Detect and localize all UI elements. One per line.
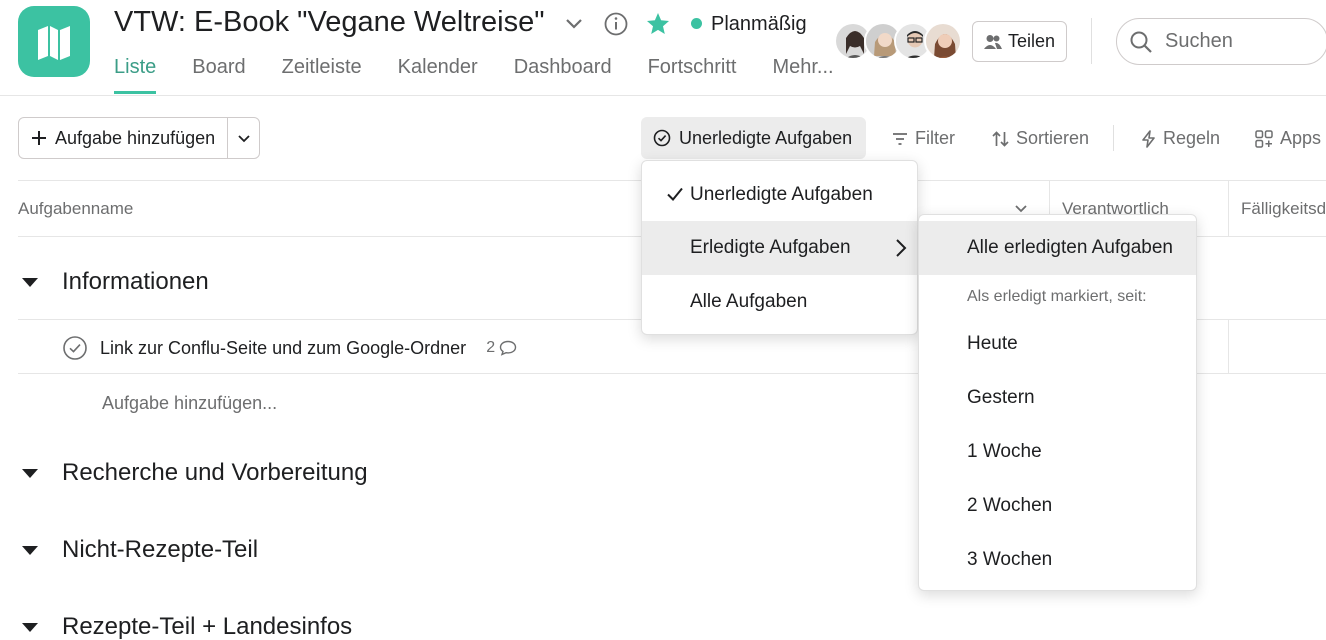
- search-icon: [1130, 31, 1152, 53]
- sort-icon: [992, 130, 1009, 147]
- apps-button[interactable]: Apps: [1255, 128, 1321, 149]
- menu-item-label: 1 Woche: [967, 441, 1042, 462]
- toolbar-divider: [1113, 125, 1114, 151]
- menu-item-label: Heute: [967, 333, 1018, 354]
- menu-item-2-weeks[interactable]: 2 Wochen: [919, 479, 1196, 533]
- tab-timeline[interactable]: Zeitleiste: [282, 56, 362, 94]
- add-task-label: Aufgabe hinzufügen: [55, 127, 216, 148]
- section-header[interactable]: Recherche und Vorbereitung: [22, 459, 368, 487]
- project-status[interactable]: Planmäßig: [711, 13, 807, 36]
- menu-item-all-completed[interactable]: Alle erledigten Aufgaben: [919, 221, 1196, 275]
- rules-label: Regeln: [1163, 128, 1221, 148]
- rules-button[interactable]: Regeln: [1141, 128, 1220, 149]
- menu-item-label: 3 Wochen: [967, 549, 1053, 570]
- collapse-triangle-icon[interactable]: [22, 468, 38, 478]
- column-header-task-name[interactable]: Aufgabenname: [18, 199, 133, 219]
- section-title: Nicht-Rezepte-Teil: [62, 536, 259, 563]
- section-title: Informationen: [62, 268, 209, 295]
- status-dot: [691, 18, 702, 29]
- share-button-label: Teilen: [1007, 31, 1056, 51]
- add-task-button-group: Aufgabe hinzufügen: [18, 117, 260, 159]
- info-icon[interactable]: [603, 11, 629, 37]
- completion-filter-label: Unerledigte Aufgaben: [679, 127, 853, 148]
- section-header[interactable]: Rezepte-Teil + Landesinfos: [22, 613, 352, 640]
- menu-item-label: Alle erledigten Aufgaben: [967, 237, 1173, 258]
- project-members[interactable]: [834, 22, 962, 60]
- menu-item-label: Gestern: [967, 387, 1035, 408]
- add-task-dropdown-button[interactable]: [227, 118, 259, 158]
- add-task-button[interactable]: Aufgabe hinzufügen: [19, 118, 227, 158]
- collapse-triangle-icon[interactable]: [22, 622, 38, 632]
- tab-dashboard[interactable]: Dashboard: [514, 56, 612, 94]
- filter-button[interactable]: Filter: [892, 128, 955, 149]
- plus-icon: [32, 131, 46, 145]
- map-icon: [38, 25, 70, 60]
- lightning-icon: [1142, 129, 1155, 148]
- submenu-section-label: Als erledigt markiert, seit:: [919, 275, 1196, 319]
- add-task-inline[interactable]: Aufgabe hinzufügen...: [102, 393, 277, 414]
- menu-item-label: Unerledigte Aufgaben: [690, 184, 873, 205]
- section-header[interactable]: Nicht-Rezepte-Teil: [22, 536, 258, 564]
- completion-filter-menu: Unerledigte Aufgaben Erledigte Aufgaben …: [641, 160, 918, 335]
- menu-item-label: Alle Aufgaben: [690, 291, 808, 312]
- complete-task-check-icon[interactable]: [62, 335, 88, 361]
- section-title: Rezepte-Teil + Landesinfos: [62, 613, 353, 640]
- collapse-triangle-icon[interactable]: [22, 277, 38, 287]
- avatar[interactable]: [924, 22, 962, 60]
- section-title: Recherche und Vorbereitung: [62, 459, 368, 486]
- filter-icon: [893, 132, 907, 145]
- completed-tasks-submenu: Alle erledigten Aufgaben Als erledigt ma…: [918, 214, 1197, 591]
- menu-item-label: Erledigte Aufgaben: [690, 237, 851, 258]
- column-header-due-date[interactable]: Fälligkeitsd: [1241, 199, 1326, 219]
- checkmark-icon: [667, 187, 683, 201]
- apps-grid-icon: [1255, 129, 1273, 148]
- column-separator: [1228, 181, 1229, 237]
- table-row[interactable]: Link zur Conflu-Seite und zum Google-Ord…: [62, 335, 517, 361]
- project-title: VTW: E-Book "Vegane Weltreise": [114, 6, 545, 38]
- tab-board[interactable]: Board: [192, 56, 245, 94]
- project-icon[interactable]: [18, 6, 90, 77]
- check-circle-icon: [653, 129, 671, 147]
- chevron-down-icon[interactable]: [562, 12, 586, 36]
- comment-count[interactable]: 2: [486, 339, 517, 357]
- task-name[interactable]: Link zur Conflu-Seite und zum Google-Ord…: [100, 338, 466, 359]
- share-button[interactable]: Teilen: [972, 21, 1067, 62]
- header-divider-line: [0, 95, 1326, 96]
- star-icon[interactable]: [645, 11, 671, 37]
- users-icon: [983, 34, 1002, 49]
- tab-more[interactable]: Mehr...: [772, 56, 833, 94]
- tab-calendar[interactable]: Kalender: [398, 56, 478, 94]
- tab-progress[interactable]: Fortschritt: [648, 56, 737, 94]
- filter-label: Filter: [915, 128, 955, 148]
- column-separator: [1228, 320, 1229, 374]
- section-header[interactable]: Informationen: [22, 268, 209, 296]
- search-placeholder: Suchen: [1165, 30, 1233, 52]
- apps-label: Apps: [1280, 128, 1322, 148]
- menu-item-all-tasks[interactable]: Alle Aufgaben: [642, 275, 917, 329]
- sort-button[interactable]: Sortieren: [992, 128, 1089, 149]
- menu-item-3-weeks[interactable]: 3 Wochen: [919, 533, 1196, 587]
- submenu-section-text: Als erledigt markiert, seit:: [967, 288, 1147, 305]
- chevron-down-icon: [237, 135, 250, 143]
- menu-item-1-week[interactable]: 1 Woche: [919, 425, 1196, 479]
- tab-list[interactable]: Liste: [114, 56, 157, 94]
- sort-label: Sortieren: [1016, 128, 1090, 148]
- menu-item-today[interactable]: Heute: [919, 317, 1196, 371]
- chevron-right-icon: [896, 239, 907, 257]
- menu-item-completed-tasks[interactable]: Erledigte Aufgaben: [642, 221, 917, 275]
- menu-item-incomplete-tasks[interactable]: Unerledigte Aufgaben: [642, 168, 917, 222]
- comment-count-value: 2: [486, 339, 496, 356]
- comment-icon: [499, 340, 517, 356]
- search-input[interactable]: Suchen: [1116, 18, 1326, 65]
- menu-item-yesterday[interactable]: Gestern: [919, 371, 1196, 425]
- completion-filter-button[interactable]: Unerledigte Aufgaben: [641, 117, 866, 159]
- menu-item-label: 2 Wochen: [967, 495, 1053, 516]
- project-tabs: Liste Board Zeitleiste Kalender Dashboar…: [114, 56, 870, 94]
- header-divider: [1091, 18, 1092, 64]
- collapse-triangle-icon[interactable]: [22, 545, 38, 555]
